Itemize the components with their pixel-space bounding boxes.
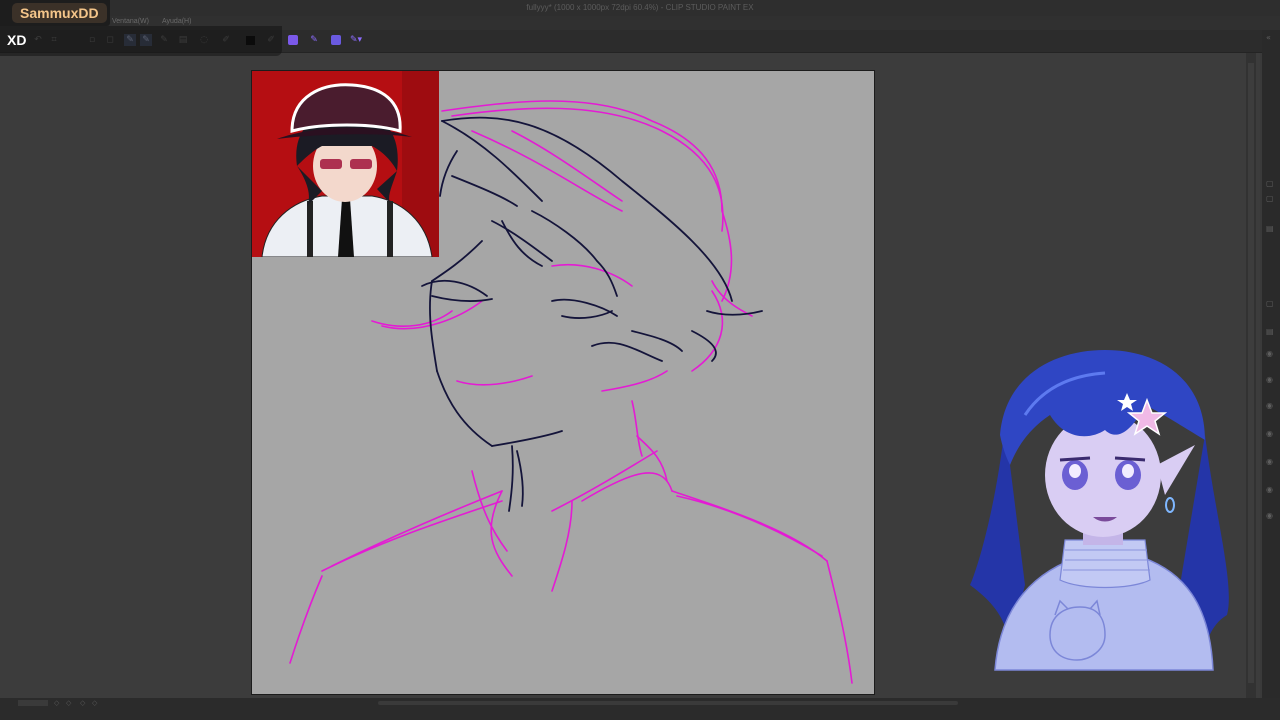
eye-icon[interactable]: ◉ xyxy=(1266,486,1276,494)
rotate-icon[interactable]: ◇ xyxy=(92,699,97,707)
pen-dropdown-icon[interactable]: ✎▾ xyxy=(350,34,362,46)
grid-icon[interactable]: ◇ xyxy=(54,699,59,707)
overlay-bar xyxy=(0,26,282,56)
zoom-out-icon[interactable]: ◇ xyxy=(66,699,71,707)
lineart xyxy=(421,116,763,512)
panel-icon[interactable]: ▤ xyxy=(1266,225,1276,233)
vertical-scrollbar[interactable] xyxy=(1246,53,1256,698)
eye-icon[interactable]: ◉ xyxy=(1266,430,1276,438)
pen-icon[interactable]: ✎ xyxy=(308,34,320,46)
eye-icon[interactable]: ◉ xyxy=(1266,350,1276,358)
vtuber-artwork xyxy=(970,350,1229,671)
eye-icon[interactable]: ◉ xyxy=(1266,402,1276,410)
horizontal-scrollbar[interactable] xyxy=(378,701,958,705)
reference-artwork xyxy=(252,71,439,257)
window-title: fullyyy* (1000 x 1000px 72dpi 60.4%) - C… xyxy=(526,3,754,12)
title-bar: fullyyy* (1000 x 1000px 72dpi 60.4%) - C… xyxy=(0,0,1280,16)
eye-icon[interactable]: ◉ xyxy=(1266,376,1276,384)
zoom-slider[interactable] xyxy=(18,700,48,706)
palette-icon[interactable] xyxy=(330,34,342,46)
scrollbar-thumb[interactable] xyxy=(1248,63,1254,683)
status-bar: ◇ ◇ ◇ ◇ xyxy=(0,698,1280,720)
reference-image xyxy=(252,71,439,257)
menu-item-window[interactable]: Ventana(W) xyxy=(112,18,149,25)
right-panel: « ▢ ▢ ▤ ▢ ▤ ◉ ◉ ◉ ◉ ◉ ◉ ◉ xyxy=(1262,30,1280,698)
vtuber-avatar xyxy=(965,345,1245,675)
streamer-badge: SammuxDD xyxy=(0,0,110,26)
xd-label: XD xyxy=(7,32,27,48)
tool-icon[interactable] xyxy=(287,34,299,46)
panel-icon[interactable]: ▤ xyxy=(1266,328,1276,336)
panel-icon[interactable]: ▢ xyxy=(1266,195,1276,203)
zoom-in-icon[interactable]: ◇ xyxy=(80,699,85,707)
eye-icon[interactable]: ◉ xyxy=(1266,512,1276,520)
streamer-name: SammuxDD xyxy=(12,3,107,23)
panel-icon[interactable]: ▢ xyxy=(1266,180,1276,188)
panel-icon[interactable]: ▢ xyxy=(1266,300,1276,308)
menu-item-help[interactable]: Ayuda(H) xyxy=(162,18,191,25)
eye-icon[interactable]: ◉ xyxy=(1266,458,1276,466)
collapse-icon[interactable]: « xyxy=(1266,34,1276,42)
